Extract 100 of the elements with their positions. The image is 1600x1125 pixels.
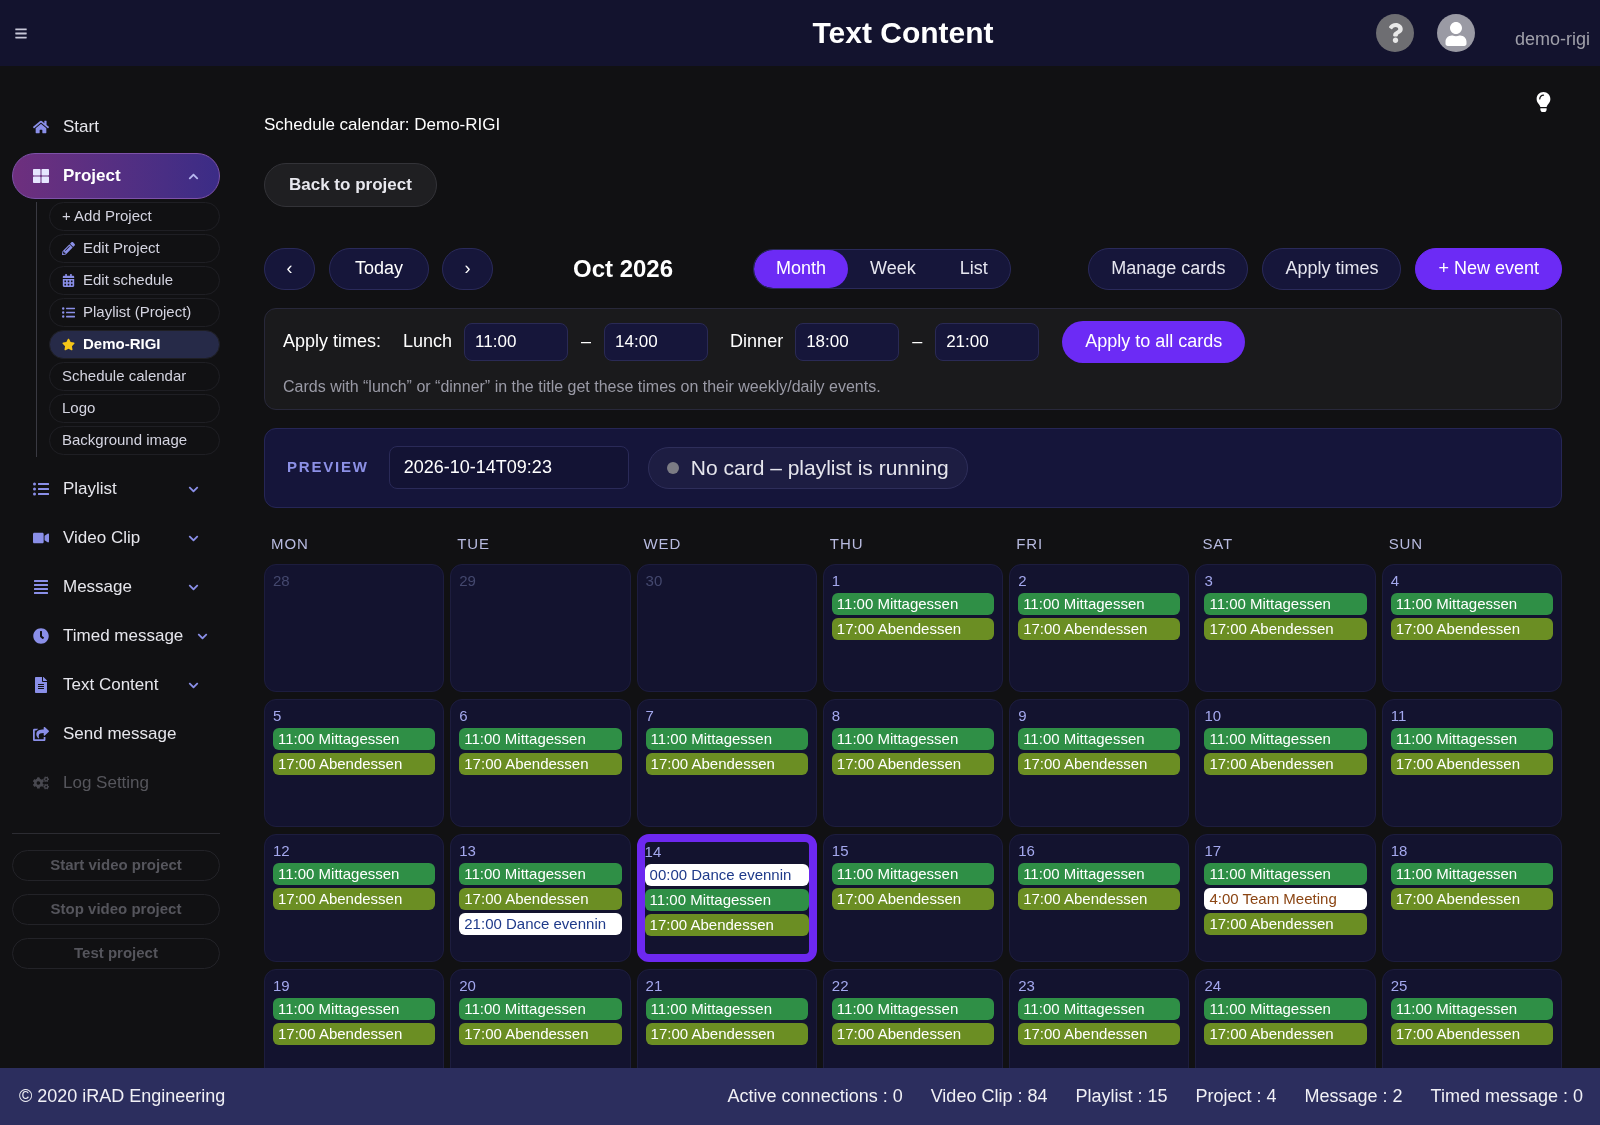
- sidebar-item[interactable]: Project: [12, 153, 220, 199]
- new-event-button[interactable]: + New event: [1415, 247, 1562, 290]
- calendar-event[interactable]: 17:00 Abendessen: [1018, 1023, 1181, 1045]
- sidebar-item[interactable]: Video Clip: [12, 515, 220, 561]
- calendar-event[interactable]: 17:00 Abendessen: [644, 914, 809, 936]
- calendar-event[interactable]: 00:00 Dance evennin: [644, 864, 809, 886]
- apply-to-all-button[interactable]: Apply to all cards: [1062, 320, 1246, 363]
- sidebar-item[interactable]: Message: [12, 564, 220, 610]
- time-input-field[interactable]: 18:00: [795, 322, 900, 361]
- toolbar-button[interactable]: Apply times: [1262, 247, 1402, 290]
- help-icon[interactable]: [1376, 14, 1414, 52]
- calendar-event[interactable]: 4:00 Team Meeting: [1204, 888, 1367, 910]
- view-tab[interactable]: Week: [848, 249, 938, 288]
- calendar-event[interactable]: 17:00 Abendessen: [831, 888, 995, 910]
- calendar-event[interactable]: 21:00 Dance evennin: [459, 913, 622, 935]
- calendar-event[interactable]: 17:00 Abendessen: [1204, 1023, 1367, 1045]
- time-input-field[interactable]: 14:00: [604, 322, 709, 361]
- calendar-event[interactable]: 17:00 Abendessen: [1390, 753, 1553, 775]
- datetime-input-field[interactable]: 2026-10-14T09:23: [388, 446, 629, 489]
- back-button[interactable]: Back to project: [264, 162, 437, 207]
- calendar-event[interactable]: 11:00 Mittagessen: [273, 728, 436, 750]
- calendar-event[interactable]: 11:00 Mittagessen: [1018, 863, 1181, 885]
- calendar-event[interactable]: 11:00 Mittagessen: [1390, 998, 1553, 1020]
- calendar-event[interactable]: 17:00 Abendessen: [831, 753, 995, 775]
- calendar-event[interactable]: 17:00 Abendessen: [273, 753, 436, 775]
- calendar-event[interactable]: 11:00 Mittagessen: [1018, 998, 1181, 1020]
- star-icon: [62, 338, 75, 351]
- calendar-event[interactable]: 11:00 Mittagessen: [645, 998, 808, 1020]
- status-stat: Project : 4: [1195, 1085, 1277, 1108]
- day-number: 16: [1018, 841, 1036, 861]
- calendar-event[interactable]: 17:00 Abendessen: [273, 1023, 436, 1045]
- meal-label: Dinner: [730, 330, 784, 353]
- grid-icon: [33, 168, 49, 184]
- toolbar-button[interactable]: Manage cards: [1088, 247, 1249, 290]
- calendar-event[interactable]: 17:00 Abendessen: [831, 1023, 995, 1045]
- calendar-event[interactable]: 17:00 Abendessen: [645, 753, 808, 775]
- time-input-field[interactable]: 21:00: [935, 322, 1040, 361]
- calendar-event[interactable]: 17:00 Abendessen: [831, 618, 995, 640]
- calendar-event[interactable]: 11:00 Mittagessen: [1204, 998, 1367, 1020]
- username[interactable]: demo-rigi: [1514, 25, 1590, 53]
- calendar-event[interactable]: 17:00 Abendessen: [459, 1023, 622, 1045]
- calendar-event[interactable]: 17:00 Abendessen: [1018, 888, 1181, 910]
- calendar-event[interactable]: 17:00 Abendessen: [273, 888, 436, 910]
- calendar-event[interactable]: 11:00 Mittagessen: [1204, 863, 1367, 885]
- time-input-field[interactable]: 11:00: [464, 322, 569, 361]
- list-icon: [33, 481, 49, 497]
- day-number: 1: [831, 571, 842, 591]
- calendar-event[interactable]: 11:00 Mittagessen: [1204, 728, 1367, 750]
- calendar-event[interactable]: 11:00 Mittagessen: [644, 889, 809, 911]
- weekday-header: FRI: [1015, 533, 1044, 554]
- calendar-event[interactable]: 11:00 Mittagessen: [459, 863, 622, 885]
- next-button[interactable]: ›: [442, 247, 493, 290]
- previous-button[interactable]: ‹: [264, 247, 315, 290]
- avatar-icon[interactable]: [1437, 14, 1475, 52]
- day-number: 11: [1390, 706, 1408, 726]
- calendar-event[interactable]: 11:00 Mittagessen: [1390, 593, 1553, 615]
- day-number: 12: [273, 841, 291, 861]
- calendar-event[interactable]: 17:00 Abendessen: [1204, 618, 1367, 640]
- calendar-event[interactable]: 11:00 Mittagessen: [1390, 728, 1553, 750]
- calendar-event[interactable]: 17:00 Abendessen: [1390, 888, 1553, 910]
- calendar-event[interactable]: 11:00 Mittagessen: [1204, 593, 1367, 615]
- calendar-event[interactable]: 17:00 Abendessen: [1018, 618, 1181, 640]
- calendar-event[interactable]: 17:00 Abendessen: [459, 888, 622, 910]
- calendar-event[interactable]: 11:00 Mittagessen: [1018, 728, 1181, 750]
- sidebar-item[interactable]: Playlist: [12, 466, 220, 512]
- apply-times-label: Apply times:: [283, 330, 382, 353]
- calendar-event[interactable]: 11:00 Mittagessen: [831, 593, 995, 615]
- calendar-event[interactable]: 11:00 Mittagessen: [831, 998, 995, 1020]
- calendar-event[interactable]: 11:00 Mittagessen: [459, 728, 622, 750]
- document-icon: [33, 677, 49, 693]
- list-icon: [62, 306, 75, 319]
- gears-icon: [33, 775, 49, 791]
- calendar-event[interactable]: 11:00 Mittagessen: [831, 863, 995, 885]
- calendar-event[interactable]: 17:00 Abendessen: [1390, 618, 1553, 640]
- calendar-event[interactable]: 11:00 Mittagessen: [459, 998, 622, 1020]
- day-number: 8: [831, 706, 842, 726]
- calendar-event[interactable]: 11:00 Mittagessen: [831, 728, 995, 750]
- calendar-event[interactable]: 11:00 Mittagessen: [645, 728, 808, 750]
- calendar-event[interactable]: 17:00 Abendessen: [1390, 1023, 1553, 1045]
- calendar-event[interactable]: 17:00 Abendessen: [1018, 753, 1181, 775]
- calendar-event[interactable]: 11:00 Mittagessen: [273, 998, 436, 1020]
- calendar-event[interactable]: 17:00 Abendessen: [459, 753, 622, 775]
- calendar-event[interactable]: 17:00 Abendessen: [1204, 753, 1367, 775]
- day-number: 24: [1204, 976, 1223, 996]
- sidebar-item[interactable]: Timed message: [12, 613, 220, 659]
- calendar-event[interactable]: 11:00 Mittagessen: [1018, 593, 1181, 615]
- sidebar-item[interactable]: Start: [12, 104, 220, 150]
- sidebar-item[interactable]: Send message: [12, 711, 220, 757]
- sidebar-item[interactable]: Text Content: [12, 662, 220, 708]
- calendar-event[interactable]: 11:00 Mittagessen: [273, 863, 436, 885]
- day-number: 5: [273, 706, 283, 726]
- view-tab[interactable]: Month: [754, 249, 849, 288]
- today-button[interactable]: Today: [329, 247, 429, 290]
- menu-icon[interactable]: [14, 26, 28, 40]
- calendar-event[interactable]: 11:00 Mittagessen: [1390, 863, 1553, 885]
- calendar-event[interactable]: 17:00 Abendessen: [645, 1023, 808, 1045]
- lightbulb-icon[interactable]: [1536, 92, 1551, 112]
- view-tab[interactable]: List: [937, 249, 1010, 288]
- sidebar-subitem[interactable]: Demo-RIGI: [49, 330, 220, 359]
- calendar-event[interactable]: 17:00 Abendessen: [1204, 913, 1367, 935]
